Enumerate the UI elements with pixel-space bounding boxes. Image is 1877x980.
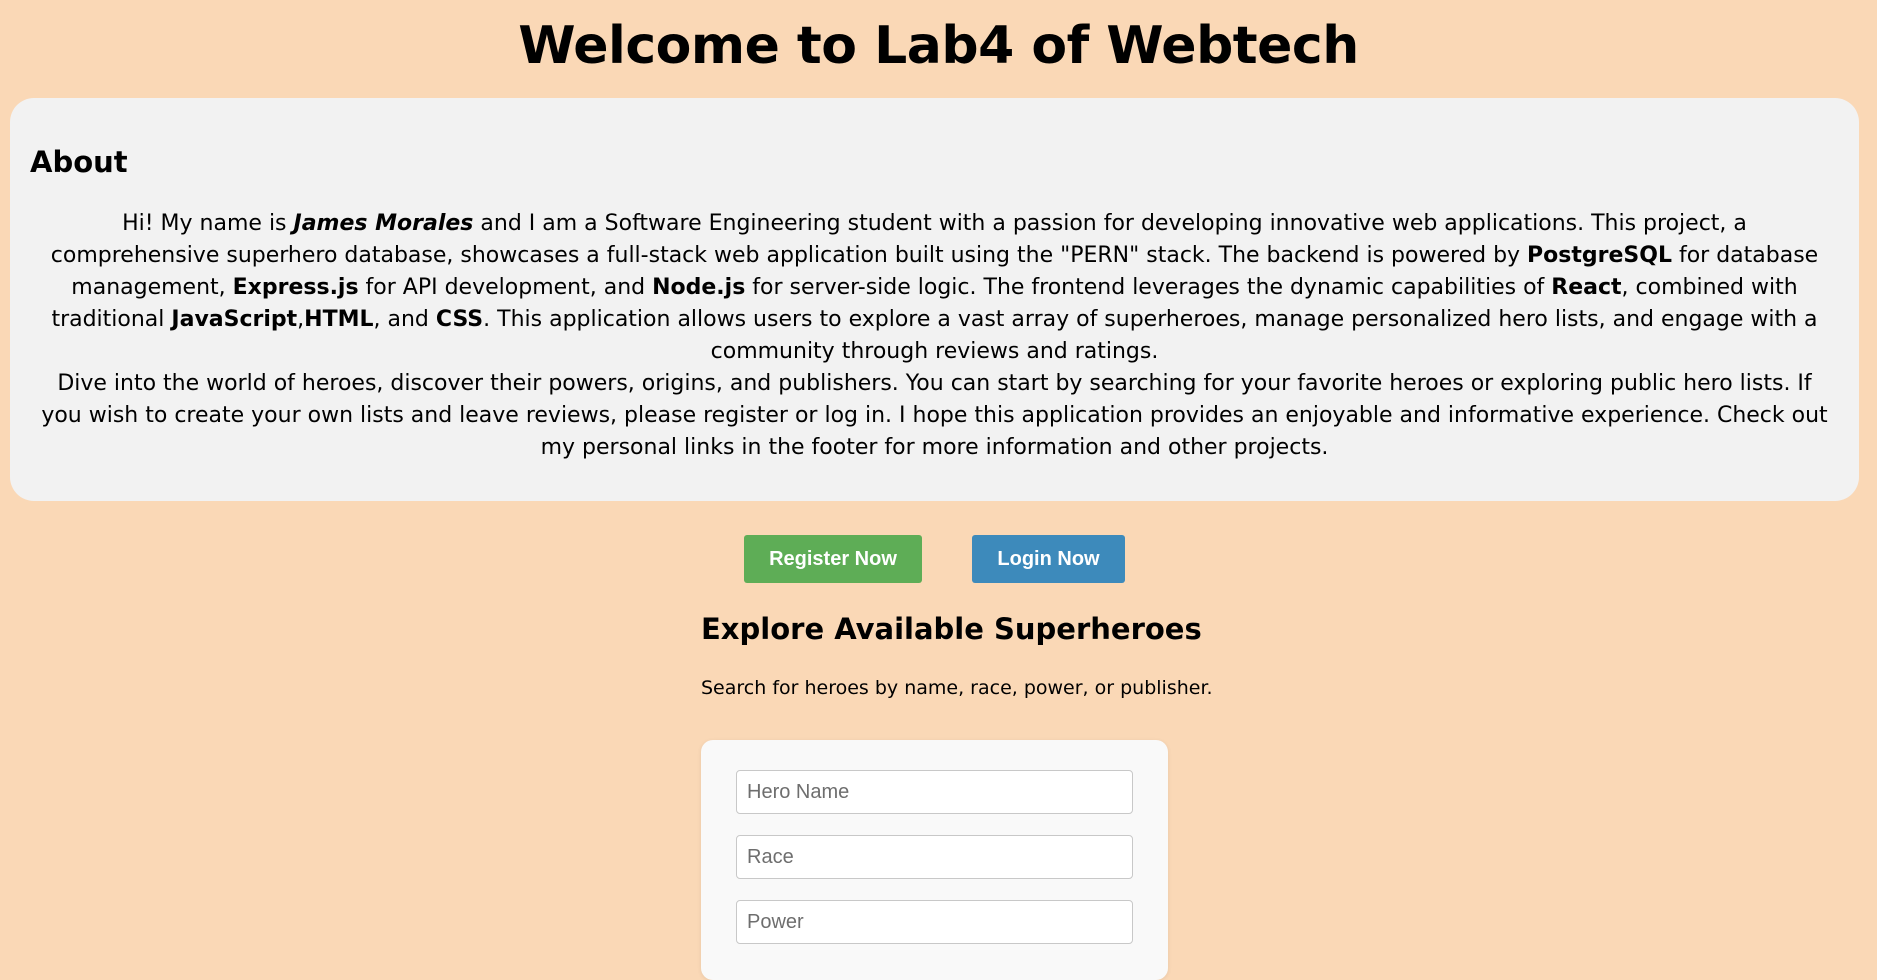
race-input[interactable] bbox=[736, 835, 1133, 879]
explore-heading: Explore Available Superheroes bbox=[701, 612, 1202, 646]
explore-description: Search for heroes by name, race, power, … bbox=[701, 677, 1213, 699]
login-button[interactable]: Login Now bbox=[972, 535, 1125, 583]
about-text-segment: . This application allows users to explo… bbox=[483, 307, 1818, 364]
hero-search-form bbox=[701, 740, 1168, 980]
about-text-segment: Hi! My name is bbox=[122, 211, 294, 236]
tech-javascript: JavaScript bbox=[171, 307, 298, 332]
tech-css: CSS bbox=[435, 307, 484, 332]
about-text-segment: for server-side logic. The frontend leve… bbox=[745, 275, 1552, 300]
about-paragraph-intro: Hi! My name is James Morales and I am a … bbox=[38, 208, 1831, 368]
about-heading: About bbox=[30, 145, 128, 179]
tech-html: HTML bbox=[304, 307, 374, 332]
power-input[interactable] bbox=[736, 900, 1133, 944]
register-button[interactable]: Register Now bbox=[744, 535, 922, 583]
author-name: James Morales bbox=[293, 211, 474, 236]
page-title: Welcome to Lab4 of Webtech bbox=[518, 16, 1359, 76]
tech-nodejs: Node.js bbox=[652, 275, 746, 300]
hero-name-input[interactable] bbox=[736, 770, 1133, 814]
about-section: About Hi! My name is James Morales and I… bbox=[10, 98, 1859, 501]
tech-expressjs: Express.js bbox=[232, 275, 359, 300]
about-text-segment: for API development, and bbox=[358, 275, 653, 300]
about-text-segment: , and bbox=[373, 307, 436, 332]
tech-postgresql: PostgreSQL bbox=[1527, 243, 1672, 268]
tech-react: React bbox=[1551, 275, 1622, 300]
about-paragraph-explore: Dive into the world of heroes, discover … bbox=[41, 371, 1828, 460]
